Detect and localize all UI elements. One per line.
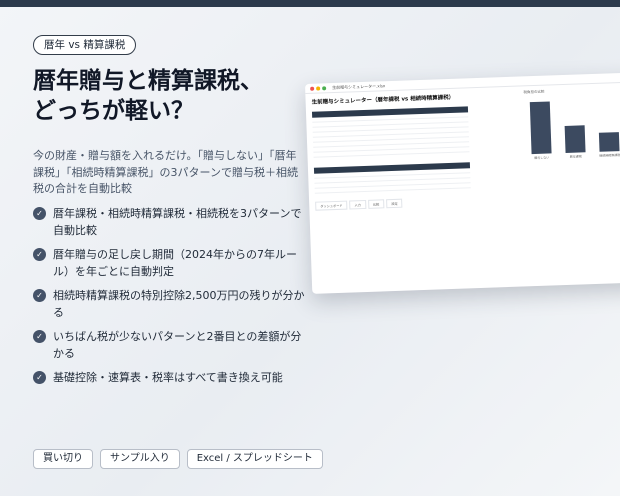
badge-row: 買い切り サンプル入り Excel / スプレッドシート [33, 449, 323, 469]
badge-one-time-purchase: 買い切り [33, 449, 93, 469]
chart-category-label: 暦年課税 [569, 154, 582, 159]
comparison-chart: 税負担の比較 贈与しない 暦年課税 相続時精算課税 [523, 87, 620, 163]
sheet-tab: 入力 [349, 199, 367, 210]
feature-list: ✓ 暦年課税・相続時精算課税・相続税を3パターンで自動比較 ✓ 暦年贈与の足し戻し期… [33, 205, 308, 393]
title-line-2: どっちが軽い？ [33, 98, 194, 124]
feature-item: ✓ いちばん税が少ないパターンと2番目との差額が分かる [33, 328, 308, 362]
feature-text: 基礎控除・速算表・税率はすべて書き換え可能 [53, 371, 283, 384]
check-icon: ✓ [33, 248, 46, 261]
top-bar [0, 0, 620, 7]
page-title: 暦年贈与と精算課税、 どっちが軽い？ [33, 66, 323, 126]
sheet-title: 生前贈与シミュレーター（暦年課税 vs 相続時精算課税） [311, 94, 455, 106]
check-icon: ✓ [33, 289, 46, 302]
result-table [313, 162, 471, 194]
sheet-tab: 設定 [386, 198, 403, 209]
feature-item: ✓ 相続時精算課税の特別控除2,500万円の残りが分かる [33, 287, 308, 321]
spreadsheet-preview: 生前贈与シミュレーター.xlsx 生前贈与シミュレーター（暦年課税 vs 相続時… [305, 72, 620, 294]
check-icon: ✓ [33, 207, 46, 220]
minimize-dot-icon [316, 85, 321, 91]
file-name: 生前贈与シミュレーター.xlsx [332, 82, 386, 90]
feature-text: 暦年贈与の足し戻し期間（2024年からの7年ルール）を年ごとに自動判定 [53, 248, 297, 278]
sheet-tab: 比較 [367, 199, 385, 209]
chart-category-label: 相続時精算課税 [599, 153, 620, 158]
feature-item: ✓ 基礎控除・速算表・税率はすべて書き換え可能 [33, 369, 308, 386]
maximize-dot-icon [322, 85, 327, 90]
feature-item: ✓ 暦年課税・相続時精算課税・相続税を3パターンで自動比較 [33, 205, 308, 239]
topic-tag: 暦年 vs 精算課税 [33, 35, 137, 55]
chart-bar [564, 125, 586, 153]
sheet-tabs: ダッシュボード 入力 比較 設定 [315, 198, 403, 211]
chart-bar [529, 101, 552, 155]
feature-text: 暦年課税・相続時精算課税・相続税を3パターンで自動比較 [53, 207, 302, 237]
title-line-1: 暦年贈与と精算課税、 [33, 68, 263, 94]
feature-text: 相続時精算課税の特別控除2,500万円の残りが分かる [53, 289, 305, 319]
input-table [311, 106, 470, 158]
feature-item: ✓ 暦年贈与の足し戻し期間（2024年からの7年ルール）を年ごとに自動判定 [33, 246, 308, 280]
lead-text: 今の財産・贈与額を入れるだけ。「贈与しない」「暦年課税」「相続時精算課税」の3パ… [33, 149, 298, 195]
feature-text: いちばん税が少ないパターンと2番目との差額が分かる [53, 330, 302, 360]
chart-category-label: 贈与しない [534, 155, 550, 161]
badge-sample-included: サンプル入り [100, 449, 180, 469]
chart-title: 税負担の比較 [523, 89, 545, 95]
check-icon: ✓ [33, 371, 46, 384]
sheet-tab: ダッシュボード [315, 200, 348, 211]
check-icon: ✓ [33, 330, 46, 343]
close-dot-icon [310, 86, 315, 91]
chart-bar [598, 132, 620, 152]
badge-excel-spreadsheet: Excel / スプレッドシート [186, 449, 323, 469]
